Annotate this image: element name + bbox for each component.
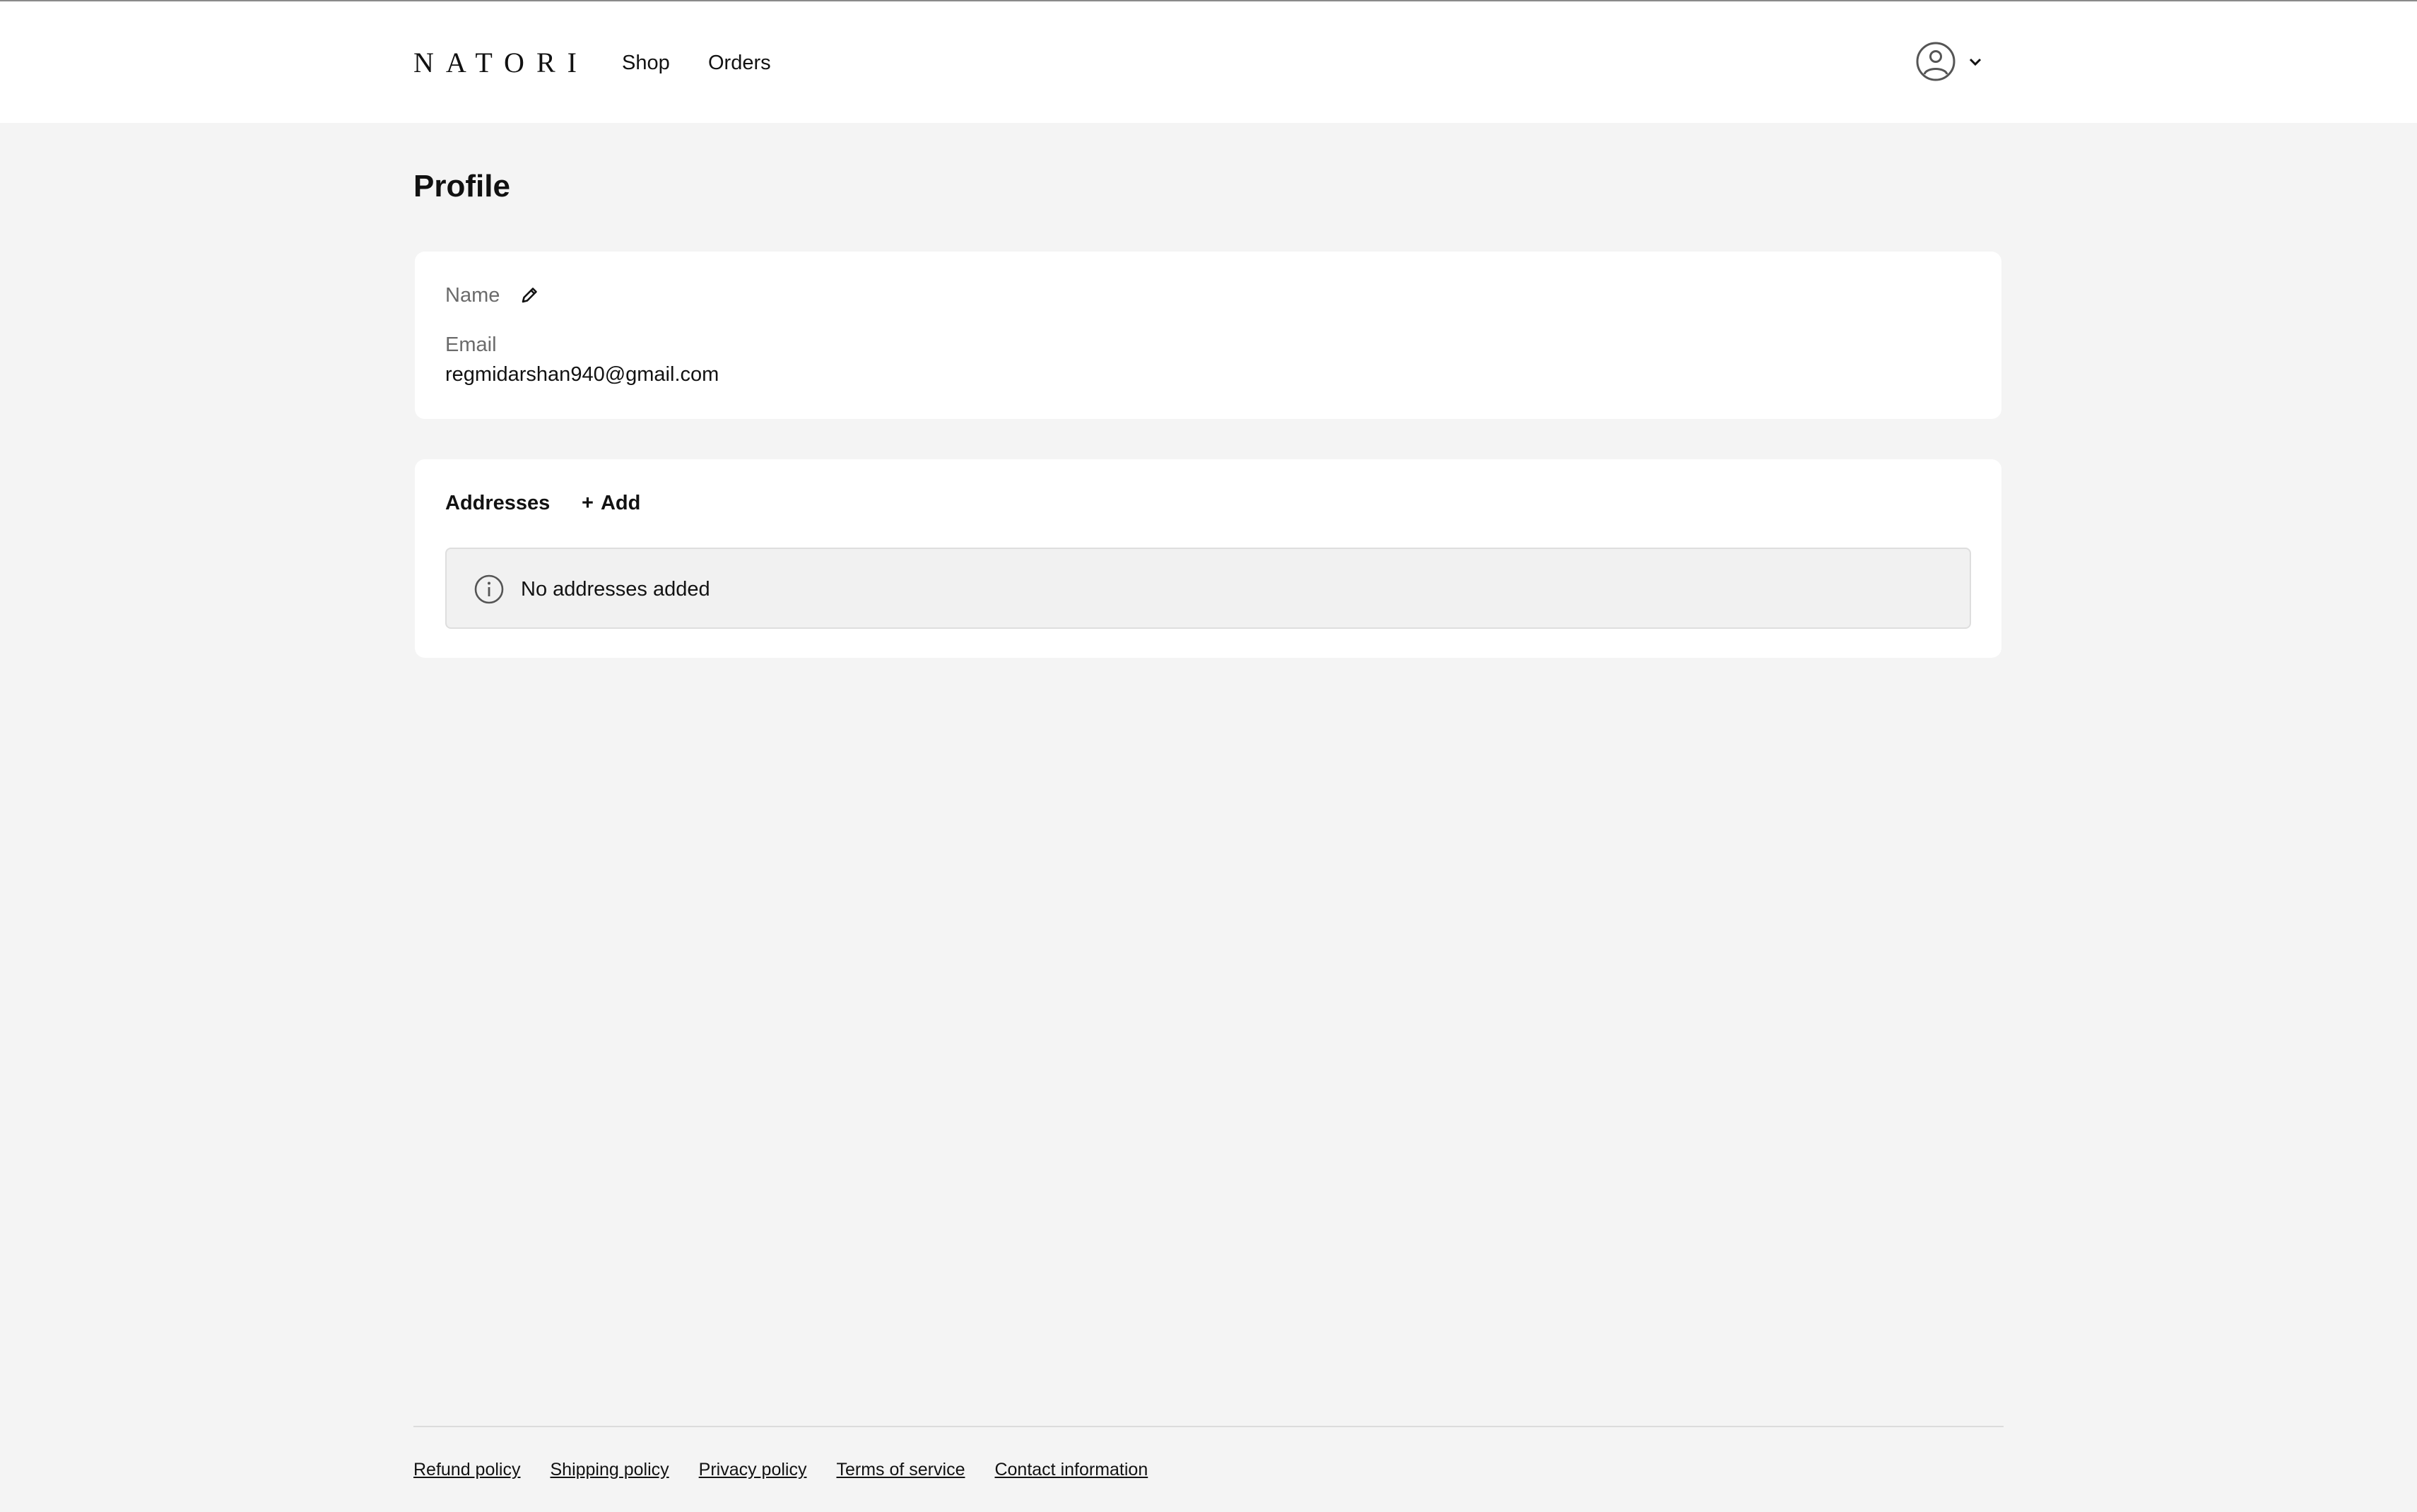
name-label: Name <box>445 284 500 307</box>
account-menu-button[interactable] <box>1915 40 1986 83</box>
addresses-heading: Addresses <box>445 492 551 514</box>
empty-addresses-notice: No addresses added <box>445 548 1971 629</box>
nav-shop-link[interactable]: Shop <box>622 45 670 81</box>
edit-name-button[interactable] <box>517 283 542 308</box>
pencil-icon <box>522 288 537 303</box>
add-address-button[interactable]: + Add <box>582 489 640 517</box>
email-value: regmidarshan940@gmail.com <box>445 363 719 386</box>
plus-icon: + <box>582 492 594 514</box>
natori-logo[interactable]: NATORI <box>413 45 589 81</box>
email-label: Email <box>445 333 497 356</box>
privacy-policy-link[interactable]: Privacy policy <box>699 1455 807 1484</box>
footer-divider <box>413 1426 2004 1427</box>
page-title: Profile <box>413 169 510 203</box>
refund-policy-link[interactable]: Refund policy <box>413 1455 520 1484</box>
addresses-card: Addresses + Add No addresses added <box>415 459 2001 658</box>
empty-addresses-message: No addresses added <box>521 578 710 601</box>
terms-of-service-link[interactable]: Terms of service <box>836 1455 965 1484</box>
site-header: NATORI Shop Orders <box>0 1 2417 123</box>
user-circle-icon <box>1916 42 1956 81</box>
nav-orders-link[interactable]: Orders <box>708 45 771 81</box>
chevron-down-icon <box>1969 58 1982 66</box>
profile-card: Name Email regmidarshan940@gmail.com <box>415 252 2001 419</box>
footer-links: Refund policy Shipping policy Privacy po… <box>413 1455 1177 1484</box>
info-icon <box>474 574 504 604</box>
contact-information-link[interactable]: Contact information <box>994 1455 1148 1484</box>
add-address-label: Add <box>600 492 641 514</box>
shipping-policy-link[interactable]: Shipping policy <box>550 1455 669 1484</box>
